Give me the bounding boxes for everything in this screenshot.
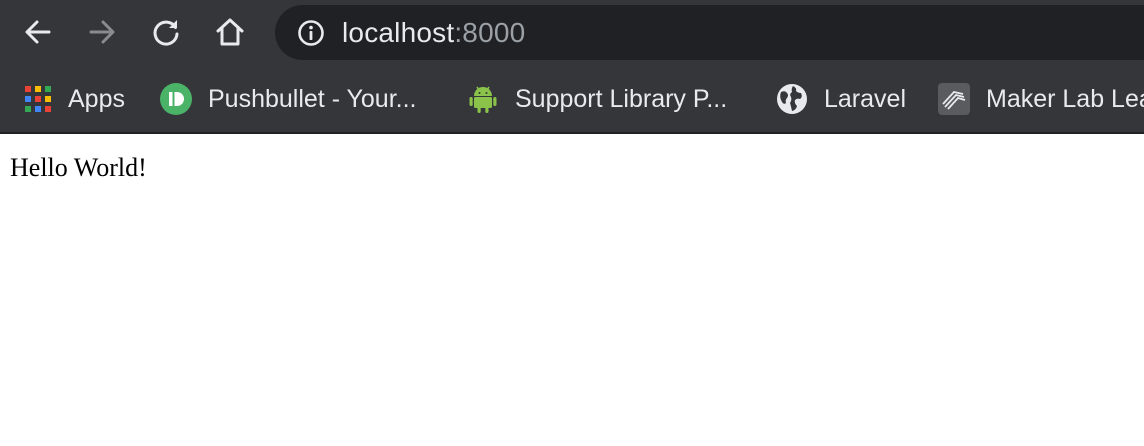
bookmark-label: Support Library P... [515,85,728,113]
maker-lab-icon [938,83,970,115]
reload-button[interactable] [148,14,184,50]
page-content: Hello World! [0,134,1144,446]
bookmark-laravel[interactable]: Laravel [776,82,906,116]
page-body-text: Hello World! [10,153,147,182]
url-port: :8000 [454,17,526,48]
bookmark-label: Pushbullet - Your... [208,85,417,113]
android-icon [469,86,497,113]
bookmark-apps[interactable]: Apps [24,82,125,116]
info-icon[interactable] [297,19,325,47]
arrow-right-icon [89,20,115,44]
bookmark-label: Apps [68,85,125,113]
arrow-left-icon [25,20,51,44]
home-button[interactable] [212,14,248,50]
forward-button[interactable] [84,14,120,50]
browser-chrome: localhost:8000 Apps Pushbullet - Your...… [0,0,1144,134]
pushbullet-icon [160,83,192,115]
bookmark-support-library[interactable]: Support Library P... [467,82,727,116]
home-icon [216,18,244,46]
url-host: localhost [342,17,455,48]
back-button[interactable] [20,14,56,50]
bookmark-label: Maker Lab Lea [986,85,1144,113]
address-bar[interactable]: localhost:8000 [275,5,1144,60]
apps-grid-icon [25,86,51,112]
bookmarks-bar: Apps Pushbullet - Your... Support Librar… [0,66,1144,132]
globe-icon [777,84,807,114]
toolbar: localhost:8000 [0,0,1144,66]
reload-icon [153,20,179,46]
bookmark-maker-lab[interactable]: Maker Lab Lea [938,82,1144,116]
url-text[interactable]: localhost:8000 [342,17,525,49]
bookmark-label: Laravel [824,85,906,113]
bookmark-pushbullet[interactable]: Pushbullet - Your... [160,82,416,116]
